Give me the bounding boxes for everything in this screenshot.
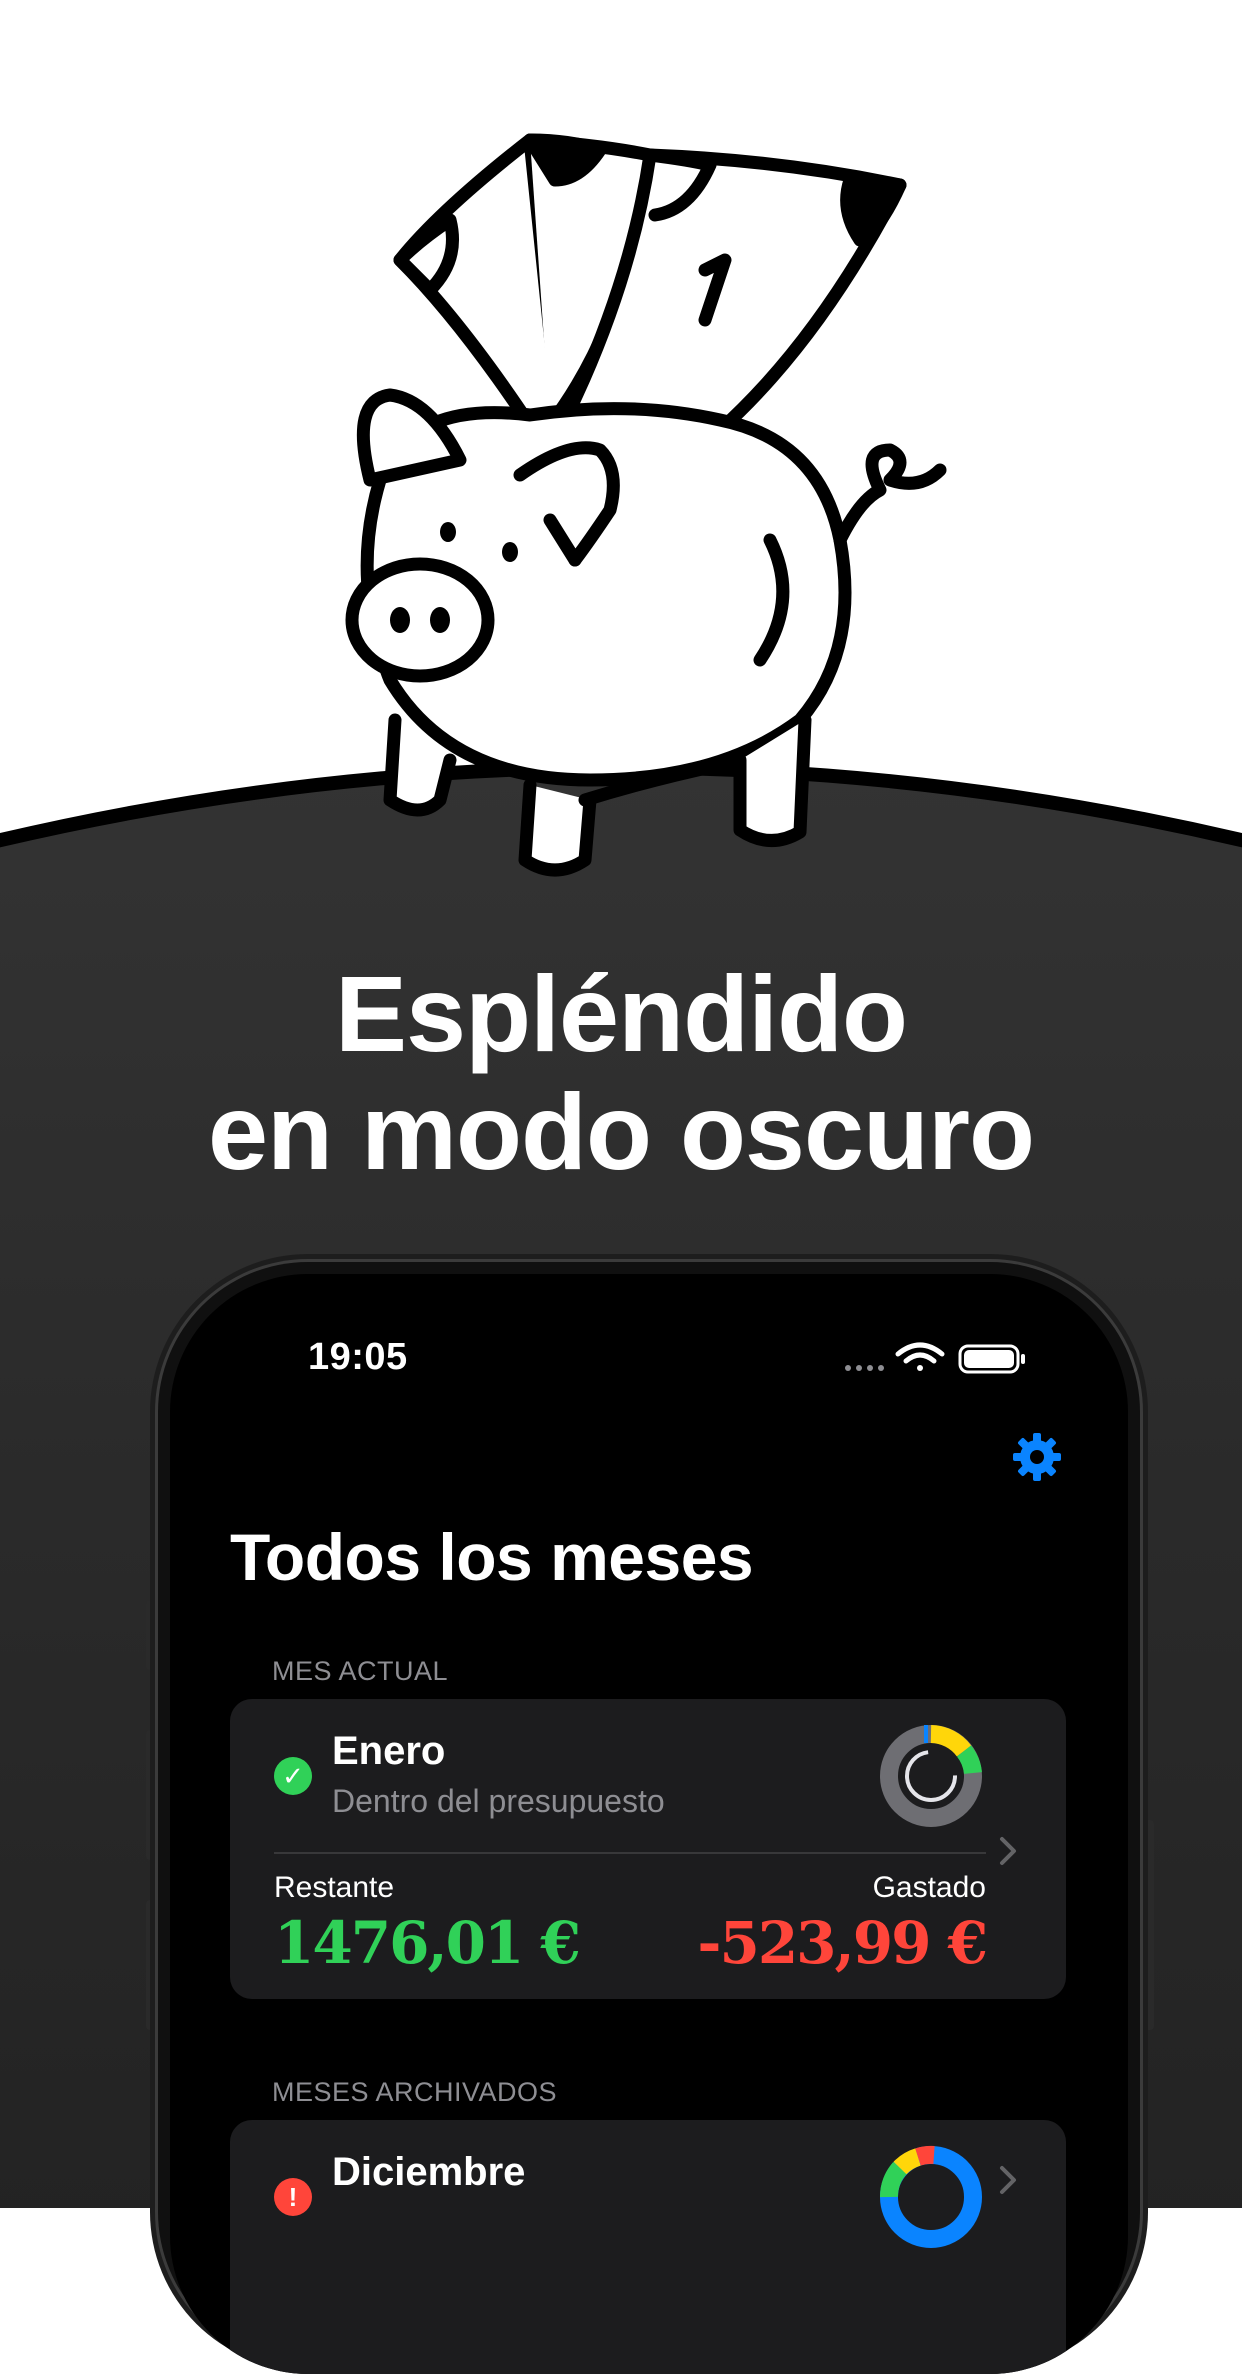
section-label-current: MES ACTUAL (272, 1656, 449, 1686)
headline-line-1: Espléndido (334, 953, 908, 1074)
checkmark-circle-icon: ✓ (274, 1757, 312, 1795)
section-label-archived: MESES ARCHIVADOS (272, 2077, 558, 2107)
wifi-icon (895, 1342, 945, 1371)
spent-value: -523,99 € (697, 1909, 988, 1977)
phone-side-button (146, 1600, 158, 1670)
remaining-value: 1476,01 € (274, 1909, 581, 1977)
spent-label: Gastado (872, 1871, 986, 1904)
headline: Espléndido en modo oscuro (0, 955, 1242, 1191)
phone-side-button (146, 1900, 158, 2030)
gear-icon[interactable] (1012, 1432, 1062, 1482)
remaining-label: Restante (274, 1871, 395, 1904)
signal-icon (845, 1365, 884, 1371)
phone-screen: 19:05 Todos los meses MES ACTUAL ✓ Enero… (170, 1274, 1128, 2374)
status-time: 19:05 (308, 1336, 408, 1378)
month-status: Dentro del presupuesto (332, 1783, 665, 1819)
budget-donut-chart (880, 1725, 982, 1827)
month-card-current[interactable]: ✓ Enero Dentro del presupuesto Restante … (230, 1699, 1066, 1999)
month-card-archived[interactable]: ! Diciembre (230, 2120, 1066, 2374)
page-title: Todos los meses (230, 1520, 754, 1594)
phone-side-button (1142, 1820, 1154, 2030)
chevron-right-icon (1000, 2166, 1016, 2194)
month-name: Diciembre (332, 2150, 526, 2194)
chevron-right-icon (1000, 1837, 1016, 1865)
battery-icon (958, 1344, 1025, 1374)
exclamation-circle-icon: ! (274, 2178, 312, 2216)
card-divider (274, 1852, 986, 1854)
piggy-bank-illustration (345, 133, 947, 877)
phone-side-button (146, 1730, 158, 1860)
headline-line-2: en modo oscuro (207, 1071, 1035, 1192)
month-name: Enero (332, 1729, 446, 1773)
status-icons (845, 1342, 1025, 1374)
budget-donut-chart (880, 2145, 982, 2248)
